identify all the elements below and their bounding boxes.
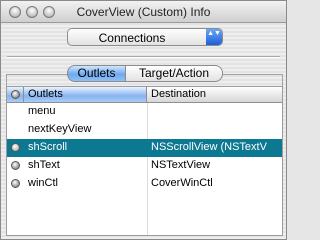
header-destination[interactable]: Destination — [148, 87, 206, 102]
outlet-name: nextKeyView — [28, 123, 92, 135]
connected-dot-icon — [11, 143, 20, 152]
outlets-table[interactable]: Outlets Destination menu nextKeyView shS… — [6, 86, 283, 236]
info-window: CoverView (Custom) Info Connections ▲▼ O… — [0, 0, 287, 240]
outlet-destination: NSScrollView (NSTextV — [151, 141, 267, 153]
popup-label: Connections — [98, 31, 166, 45]
title-bar[interactable]: CoverView (Custom) Info — [1, 1, 286, 23]
outlet-name: shText — [28, 159, 60, 171]
connection-dot-icon — [11, 90, 20, 99]
connected-dot-icon — [11, 161, 20, 170]
outlet-name: menu — [28, 105, 56, 117]
separator — [7, 56, 280, 58]
outlet-destination: NSTextView — [151, 159, 211, 171]
inspector-mode-popup[interactable]: Connections ▲▼ — [67, 28, 223, 46]
outlet-destination: CoverWinCtl — [151, 177, 213, 189]
connected-dot-icon — [11, 179, 20, 188]
table-row[interactable]: shText NSTextView — [7, 157, 282, 175]
outlet-name: shScroll — [28, 141, 68, 153]
table-row-selected[interactable]: shScroll NSScrollView (NSTextV — [7, 139, 282, 157]
popup-arrows-icon: ▲▼ — [206, 29, 222, 45]
tab-outlets[interactable]: Outlets — [67, 65, 126, 82]
header-outlets[interactable]: Outlets — [24, 87, 147, 102]
window-title: CoverView (Custom) Info — [76, 5, 211, 19]
tab-target-action[interactable]: Target/Action — [125, 65, 223, 82]
table-row[interactable]: menu — [7, 103, 282, 121]
table-row[interactable]: nextKeyView — [7, 121, 282, 139]
header-connection-column[interactable] — [7, 87, 24, 102]
table-row[interactable]: winCtl CoverWinCtl — [7, 175, 282, 193]
outlet-name: winCtl — [28, 177, 58, 189]
table-header: Outlets Destination — [7, 87, 282, 103]
